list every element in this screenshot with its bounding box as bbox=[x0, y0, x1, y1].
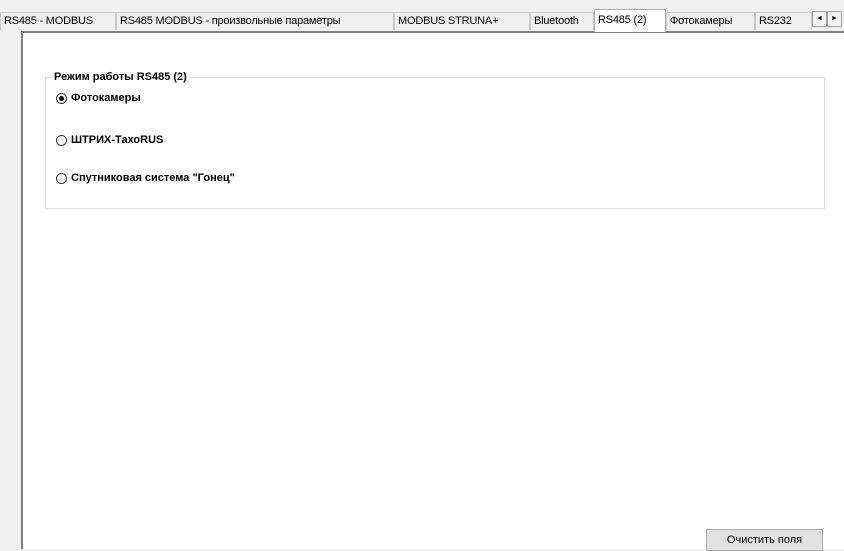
tab-bluetooth[interactable]: Bluetooth bbox=[530, 12, 594, 30]
tab-page-rs485-2: Режим работы RS485 (2) Фотокамеры ШТРИХ-… bbox=[21, 31, 844, 551]
radio-satellite-gonets[interactable]: Спутниковая система "Гонец" bbox=[56, 172, 235, 184]
tab-photocameras[interactable]: Фотокамеры bbox=[666, 12, 755, 30]
tab-scroll-right-button[interactable]: ► bbox=[827, 11, 842, 27]
tab-rs485-modbus-custom-params[interactable]: RS485 MODBUS - произвольные параметры bbox=[116, 12, 394, 30]
tab-strip: RS485 - MODBUS RS485 MODBUS - произвольн… bbox=[0, 9, 844, 32]
rs485-mode-groupbox: Режим работы RS485 (2) Фотокамеры ШТРИХ-… bbox=[45, 70, 825, 209]
clear-fields-button[interactable]: Очистить поля bbox=[706, 529, 823, 551]
radio-label: Фотокамеры bbox=[71, 92, 141, 104]
radio-circle-icon[interactable] bbox=[56, 172, 67, 184]
groupbox-title: Режим работы RS485 (2) bbox=[52, 70, 189, 84]
tab-scroll-left-button[interactable]: ◄ bbox=[812, 11, 827, 27]
tab-rs232[interactable]: RS232 bbox=[755, 12, 812, 30]
radio-shtrih-tahorus[interactable]: ШТРИХ-ТахоRUS bbox=[56, 134, 163, 146]
radio-circle-checked-icon[interactable] bbox=[56, 92, 67, 104]
tab-rs485-2[interactable]: RS485 (2) bbox=[594, 9, 666, 32]
tab-modbus-struna[interactable]: MODBUS STRUNA+ bbox=[394, 12, 530, 30]
tab-rs485-modbus[interactable]: RS485 - MODBUS bbox=[0, 12, 116, 30]
tab-scroll-buttons: ◄ ► bbox=[812, 11, 842, 27]
radio-label: Спутниковая система "Гонец" bbox=[71, 172, 235, 184]
radio-circle-icon[interactable] bbox=[56, 134, 67, 146]
radio-photocameras[interactable]: Фотокамеры bbox=[56, 92, 141, 104]
radio-label: ШТРИХ-ТахоRUS bbox=[71, 134, 164, 146]
